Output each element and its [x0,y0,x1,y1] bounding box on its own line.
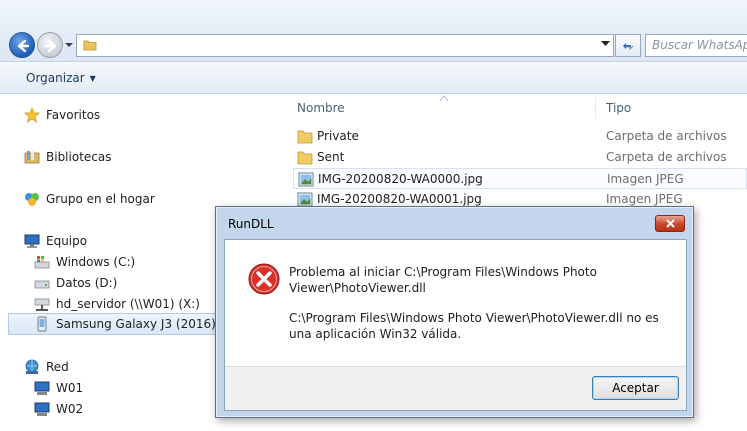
address-field[interactable] [76,34,614,57]
column-divider[interactable] [595,97,596,119]
computer-icon [34,381,50,395]
close-icon [666,219,675,228]
sidebar-item-label: Datos (D:) [56,276,118,290]
dialog-footer: Aceptar [225,366,686,410]
search-input[interactable]: Buscar WhatsApp [645,34,747,57]
drive-icon [34,280,50,289]
computer-icon [34,402,50,416]
sidebar-item-label: Bibliotecas [46,150,112,164]
arrow-right-icon [44,39,57,53]
network-drive-icon [34,298,50,311]
dialog-title: RunDLL [228,217,274,231]
file-type: Carpeta de archivos [606,129,727,143]
sidebar-item-grupo-hogar[interactable]: Grupo en el hogar [24,189,155,209]
sidebar-item-label: W01 [56,381,84,395]
computer-icon [24,234,40,248]
sidebar-item-w01[interactable]: W01 [34,378,83,398]
recent-pages-dropdown-icon[interactable] [64,40,74,50]
column-header-name[interactable]: Nombre [297,101,345,115]
folder-icon [297,151,313,165]
sidebar-item-label: Red [46,360,69,374]
drive-icon [34,256,50,269]
organize-label: Organizar [26,71,85,85]
folder-icon [297,130,313,144]
accept-button[interactable]: Aceptar [592,376,679,400]
sidebar-item-red[interactable]: Red [24,357,69,377]
sidebar-item-label: hd_servidor (\\W01) (X:) [56,297,200,311]
dialog-message-primary: Problema al iniciar C:\Program Files\Win… [289,265,597,295]
column-header-type[interactable]: Tipo [606,101,631,115]
sidebar-item-w02[interactable]: W02 [34,399,83,419]
sidebar-item-label: Grupo en el hogar [46,192,155,206]
image-icon [298,172,314,187]
sort-ascending-icon [440,95,448,101]
sidebar-item-label: Samsung Galaxy J3 (2016) [56,317,216,331]
network-icon [25,359,39,374]
star-icon [24,107,40,123]
file-name: IMG-20200820-WA0000.jpg [318,172,483,186]
homegroup-icon [25,193,39,206]
file-row[interactable]: Private Carpeta de archivos [293,126,747,147]
file-type: Carpeta de archivos [606,150,727,164]
file-row[interactable]: Sent Carpeta de archivos [293,147,747,168]
chevron-down-icon[interactable] [601,41,610,47]
sidebar-item-label: Equipo [46,234,88,248]
dialog-close-button[interactable] [655,215,685,232]
sidebar-item-windows-c[interactable]: Windows (C:) [34,252,135,272]
file-name: Sent [317,150,345,164]
sidebar-item-datos-d[interactable]: Datos (D:) [34,273,117,293]
file-name: Private [317,129,359,143]
dialog-message-detail: C:\Program Files\Windows Photo Viewer\Ph… [289,311,659,341]
folder-icon [83,40,97,51]
library-icon [24,151,40,164]
chevron-down-icon: ▼ [89,74,96,83]
arrow-left-icon [17,39,30,53]
sidebar-item-equipo[interactable]: Equipo [24,231,87,251]
file-type: Imagen JPEG [606,192,683,206]
image-icon [297,192,313,207]
refresh-button[interactable] [615,34,641,57]
sidebar-item-samsung-galaxy[interactable]: Samsung Galaxy J3 (2016) [8,313,223,335]
error-icon [248,263,280,295]
sidebar-item-label: Windows (C:) [56,255,136,269]
command-bar: Organizar ▼ [0,62,747,94]
column-headers: Nombre Tipo [283,95,747,121]
phone-icon [37,316,47,332]
sidebar-item-favoritos[interactable]: Favoritos [24,105,100,125]
back-button[interactable] [9,32,35,58]
file-row[interactable]: IMG-20200820-WA0000.jpg Imagen JPEG [293,168,747,189]
sidebar-item-hd-servidor[interactable]: hd_servidor (\\W01) (X:) [34,294,200,314]
address-path [103,38,503,54]
file-name: IMG-20200820-WA0001.jpg [317,192,482,206]
dialog-body: Problema al iniciar C:\Program Files\Win… [224,239,687,411]
refresh-icon [623,43,634,51]
sidebar-item-bibliotecas[interactable]: Bibliotecas [24,147,111,167]
rundll-error-dialog: RunDLL Problema al iniciar C:\Program Fi… [215,206,694,418]
sidebar-item-label: Favoritos [46,108,101,122]
file-type: Imagen JPEG [607,172,684,186]
forward-button[interactable] [37,32,63,58]
sidebar-item-label: W02 [56,402,84,416]
organize-menu-button[interactable]: Organizar ▼ [26,71,96,85]
address-bar-area: Buscar WhatsApp [0,0,747,62]
